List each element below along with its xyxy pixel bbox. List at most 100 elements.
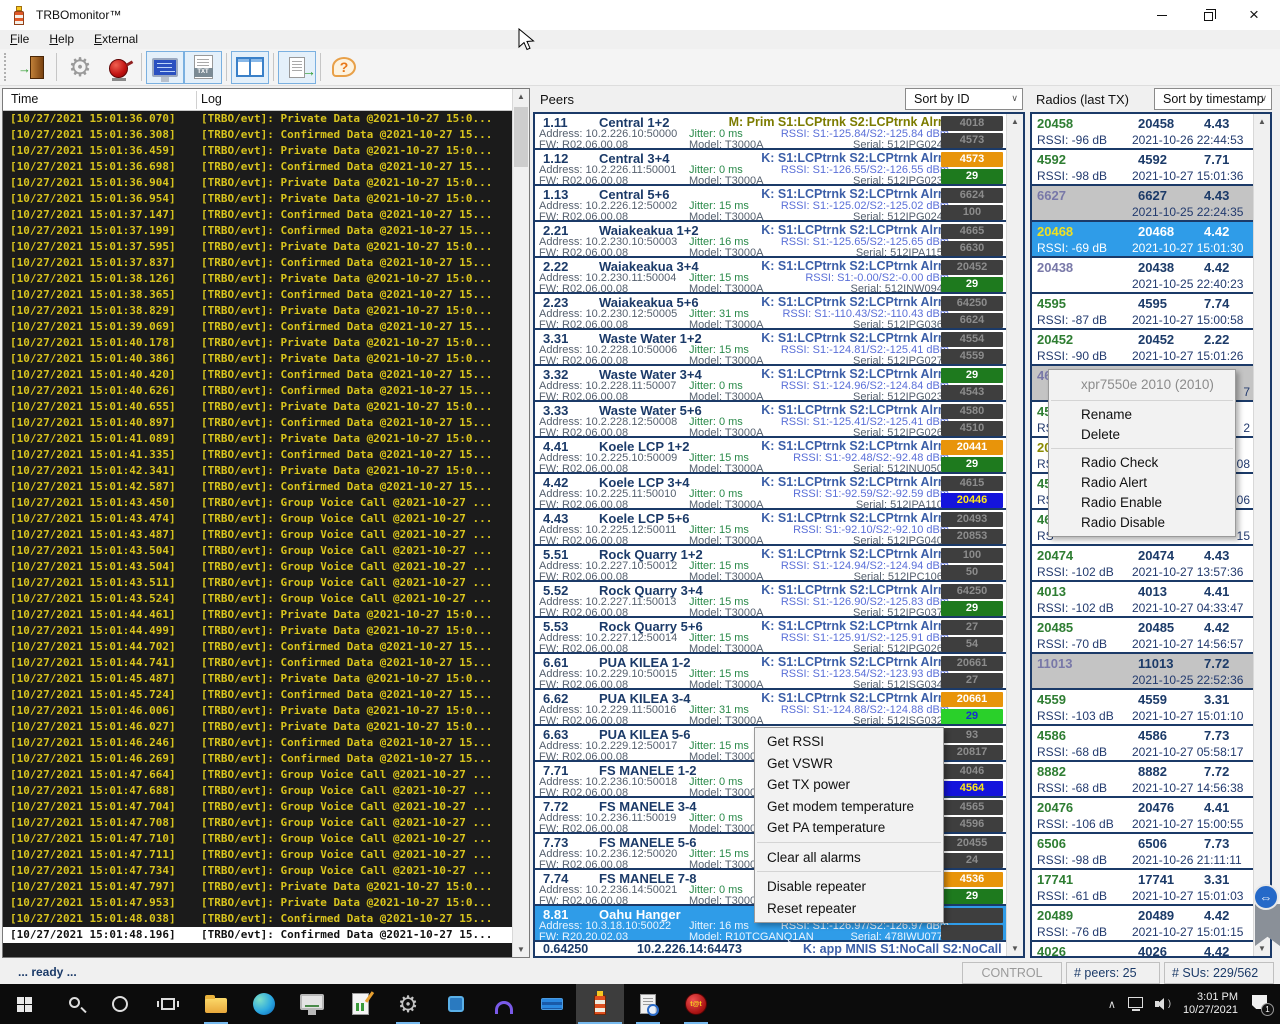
log-row[interactable]: [10/27/2021 15:01:43.504] [TRBO/evt]: Gr… bbox=[3, 559, 512, 575]
alarm-button[interactable] bbox=[99, 51, 137, 84]
log-row[interactable]: [10/27/2021 15:01:46.246] [TRBO/evt]: Co… bbox=[3, 735, 512, 751]
log-row[interactable]: [10/27/2021 15:01:47.688] [TRBO/evt]: Gr… bbox=[3, 783, 512, 799]
log-row[interactable]: [10/27/2021 15:01:36.070] [TRBO/evt]: Pr… bbox=[3, 111, 512, 127]
peers-sort-select[interactable]: Sort by ID∨ bbox=[905, 88, 1023, 110]
taskbar-search-button[interactable] bbox=[48, 984, 96, 1024]
radio-row[interactable]: 6627 6627 4.43 2021-10-25 22:24:35 bbox=[1032, 186, 1270, 222]
edge-button[interactable] bbox=[240, 984, 288, 1024]
network-icon[interactable] bbox=[1128, 997, 1143, 1008]
radio-row[interactable]: 20452 20452 2.22 RSSI: -90 dB 2021-10-27… bbox=[1032, 330, 1270, 366]
radio-row[interactable]: 6506 6506 7.73 RSSI: -98 dB 2021-10-26 2… bbox=[1032, 834, 1270, 870]
log-row[interactable]: [10/27/2021 15:01:36.308] [TRBO/evt]: Co… bbox=[3, 127, 512, 143]
radio-row[interactable]: 4026 4026 4.42 bbox=[1032, 942, 1270, 958]
peer-row[interactable]: 4.43 Koele LCP 5+6 K: S1:LCPtrnk S2:LCPt… bbox=[535, 510, 1023, 546]
log-row[interactable]: [10/27/2021 15:01:42.341] [TRBO/evt]: Pr… bbox=[3, 463, 512, 479]
close-button[interactable]: × bbox=[1231, 0, 1277, 30]
radio-row[interactable]: 4559 4559 3.31 RSSI: -103 dB 2021-10-27 … bbox=[1032, 690, 1270, 726]
notification-center-icon[interactable]: 1 bbox=[1250, 995, 1272, 1013]
context-menu-item[interactable] bbox=[1051, 445, 1233, 449]
volume-icon[interactable]: ) bbox=[1155, 997, 1171, 1011]
log-row[interactable]: [10/27/2021 15:01:46.027] [TRBO/evt]: Pr… bbox=[3, 719, 512, 735]
menu-item[interactable]: File bbox=[0, 30, 39, 49]
context-menu-item[interactable]: Radio Alert bbox=[1049, 473, 1235, 493]
log-row[interactable]: [10/27/2021 15:01:40.386] [TRBO/evt]: Pr… bbox=[3, 351, 512, 367]
log-row[interactable]: [10/27/2021 15:01:41.335] [TRBO/evt]: Co… bbox=[3, 447, 512, 463]
exit-button[interactable] bbox=[14, 51, 52, 84]
log-row[interactable]: [10/27/2021 15:01:44.461] [TRBO/evt]: Pr… bbox=[3, 607, 512, 623]
radio-row[interactable]: 20489 20489 4.42 RSSI: -76 dB 2021-10-27… bbox=[1032, 906, 1270, 942]
context-menu-item[interactable]: Delete bbox=[1049, 425, 1235, 445]
context-menu-item[interactable]: Radio Disable bbox=[1049, 513, 1235, 533]
context-menu-item[interactable]: Get modem temperature bbox=[755, 796, 943, 818]
peer-row[interactable]: 6.62 PUA KILEA 3-4 K: S1:LCPtrnk S2:LCPt… bbox=[535, 690, 1023, 726]
log-row[interactable]: [10/27/2021 15:01:37.199] [TRBO/evt]: Co… bbox=[3, 223, 512, 239]
log-row[interactable]: [10/27/2021 15:01:38.126] [TRBO/evt]: Pr… bbox=[3, 271, 512, 287]
log-row[interactable]: [10/27/2021 15:01:46.006] [TRBO/evt]: Pr… bbox=[3, 703, 512, 719]
tat-app-button[interactable]: t@t bbox=[672, 984, 720, 1024]
log-row[interactable]: [10/27/2021 15:01:40.897] [TRBO/evt]: Co… bbox=[3, 415, 512, 431]
radio-row[interactable]: 20474 20474 4.43 RSSI: -102 dB 2021-10-2… bbox=[1032, 546, 1270, 582]
radios-sort-select[interactable]: Sort by timestamp∨ bbox=[1154, 88, 1272, 110]
log-row[interactable]: [10/27/2021 15:01:47.664] [TRBO/evt]: Gr… bbox=[3, 767, 512, 783]
taskbar-cortana-button[interactable] bbox=[96, 984, 144, 1024]
log-row[interactable]: [10/27/2021 15:01:40.626] [TRBO/evt]: Co… bbox=[3, 383, 512, 399]
log-row[interactable]: [10/27/2021 15:01:42.587] [TRBO/evt]: Co… bbox=[3, 479, 512, 495]
log-row[interactable]: [10/27/2021 15:01:47.797] [TRBO/evt]: Pr… bbox=[3, 879, 512, 895]
log-row[interactable]: [10/27/2021 15:01:40.655] [TRBO/evt]: Pr… bbox=[3, 399, 512, 415]
log-row[interactable]: [10/27/2021 15:01:45.724] [TRBO/evt]: Co… bbox=[3, 687, 512, 703]
context-menu-item[interactable]: Radio Enable bbox=[1049, 493, 1235, 513]
settings-app-button[interactable]: ⚙ bbox=[384, 984, 432, 1024]
log-row[interactable]: [10/27/2021 15:01:43.487] [TRBO/evt]: Gr… bbox=[3, 527, 512, 543]
log-row[interactable]: [10/27/2021 15:01:37.837] [TRBO/evt]: Co… bbox=[3, 255, 512, 271]
peer-row[interactable]: 5.51 Rock Quarry 1+2 K: S1:LCPtrnk S2:LC… bbox=[535, 546, 1023, 582]
log-row[interactable]: [10/27/2021 15:01:40.178] [TRBO/evt]: Pr… bbox=[3, 335, 512, 351]
context-menu-item[interactable] bbox=[1051, 397, 1233, 401]
monitor-view-button[interactable] bbox=[146, 51, 184, 84]
log-row[interactable]: [10/27/2021 15:01:44.499] [TRBO/evt]: Pr… bbox=[3, 623, 512, 639]
radio-row[interactable]: 17741 17741 3.31 RSSI: -61 dB 2021-10-27… bbox=[1032, 870, 1270, 906]
log-row[interactable]: [10/27/2021 15:01:40.420] [TRBO/evt]: Co… bbox=[3, 367, 512, 383]
cube-app-button[interactable] bbox=[432, 984, 480, 1024]
log-row[interactable]: [10/27/2021 15:01:41.089] [TRBO/evt]: Pr… bbox=[3, 431, 512, 447]
peer-row[interactable]: 5.52 Rock Quarry 3+4 K: S1:LCPtrnk S2:LC… bbox=[535, 582, 1023, 618]
log-row[interactable]: [10/27/2021 15:01:43.524] [TRBO/evt]: Gr… bbox=[3, 591, 512, 607]
log-row[interactable]: [10/27/2021 15:01:48.196] [TRBO/evt]: Co… bbox=[3, 927, 512, 943]
context-menu-item[interactable]: Clear all alarms bbox=[755, 847, 943, 869]
headset-app-button[interactable] bbox=[480, 984, 528, 1024]
log-row[interactable]: [10/27/2021 15:01:39.069] [TRBO/evt]: Co… bbox=[3, 319, 512, 335]
log-row[interactable]: [10/27/2021 15:01:38.829] [TRBO/evt]: Pr… bbox=[3, 303, 512, 319]
peer-row[interactable]: 4.42 Koele LCP 3+4 K: S1:LCPtrnk S2:LCPt… bbox=[535, 474, 1023, 510]
monitor-app-button[interactable] bbox=[288, 984, 336, 1024]
log-row[interactable]: [10/27/2021 15:01:37.595] [TRBO/evt]: Pr… bbox=[3, 239, 512, 255]
context-menu-item[interactable]: Reset repeater bbox=[755, 898, 943, 920]
radio-row[interactable]: 20485 20485 4.42 RSSI: -70 dB 2021-10-27… bbox=[1032, 618, 1270, 654]
log-row[interactable]: [10/27/2021 15:01:47.704] [TRBO/evt]: Gr… bbox=[3, 799, 512, 815]
radio-row[interactable]: 8882 8882 7.72 RSSI: -68 dB 2021-10-27 1… bbox=[1032, 762, 1270, 798]
radios-scrollbar[interactable]: ▲ ▼ bbox=[1253, 114, 1270, 956]
log-row[interactable]: [10/27/2021 15:01:38.365] [TRBO/evt]: Co… bbox=[3, 287, 512, 303]
context-menu-item[interactable]: xpr7550e 2010 (2010) bbox=[1049, 373, 1235, 397]
radio-row[interactable]: 20438 20438 4.42 2021-10-25 22:40:23 bbox=[1032, 258, 1270, 294]
context-menu-item[interactable]: Rename bbox=[1049, 405, 1235, 425]
log-row[interactable]: [10/27/2021 15:01:44.741] [TRBO/evt]: Co… bbox=[3, 655, 512, 671]
peers-scrollbar[interactable]: ▲ ▼ bbox=[1006, 114, 1023, 956]
chart-doc-app-button[interactable] bbox=[336, 984, 384, 1024]
log-row[interactable]: [10/27/2021 15:01:36.954] [TRBO/evt]: Pr… bbox=[3, 191, 512, 207]
log-scrollbar[interactable]: ▲ ▼ bbox=[512, 89, 529, 957]
context-menu-item[interactable]: Get RSSI bbox=[755, 731, 943, 753]
radio-row[interactable]: 11013 11013 7.72 2021-10-25 22:52:36 bbox=[1032, 654, 1270, 690]
peer-row[interactable]: 3.33 Waste Water 5+6 K: S1:LCPtrnk S2:LC… bbox=[535, 402, 1023, 438]
radio-row[interactable]: 4592 4592 7.71 RSSI: -98 dB 2021-10-27 1… bbox=[1032, 150, 1270, 186]
radio-row[interactable]: 4013 4013 4.41 RSSI: -102 dB 2021-10-27 … bbox=[1032, 582, 1270, 618]
peer-row[interactable]: 1.12 Central 3+4 K: S1:LCPtrnk S2:LCPtrn… bbox=[535, 150, 1023, 186]
task-view-button[interactable] bbox=[144, 984, 192, 1024]
text-log-button[interactable] bbox=[184, 51, 222, 84]
log-row[interactable]: [10/27/2021 15:01:36.698] [TRBO/evt]: Co… bbox=[3, 159, 512, 175]
doc-viewer-button[interactable] bbox=[624, 984, 672, 1024]
peer-row[interactable]: 2.23 Waiakeakua 5+6 K: S1:LCPtrnk S2:LCP… bbox=[535, 294, 1023, 330]
peer-row[interactable]: 2.22 Waiakeakua 3+4 K: S1:LCPtrnk S2:LCP… bbox=[535, 258, 1023, 294]
minimize-button[interactable] bbox=[1139, 0, 1185, 30]
split-view-button[interactable] bbox=[231, 51, 269, 84]
log-row[interactable]: [10/27/2021 15:01:36.459] [TRBO/evt]: Pr… bbox=[3, 143, 512, 159]
peer-row[interactable]: 1.11 Central 1+2 M: Prim S1:LCPtrnk S2:L… bbox=[535, 114, 1023, 150]
